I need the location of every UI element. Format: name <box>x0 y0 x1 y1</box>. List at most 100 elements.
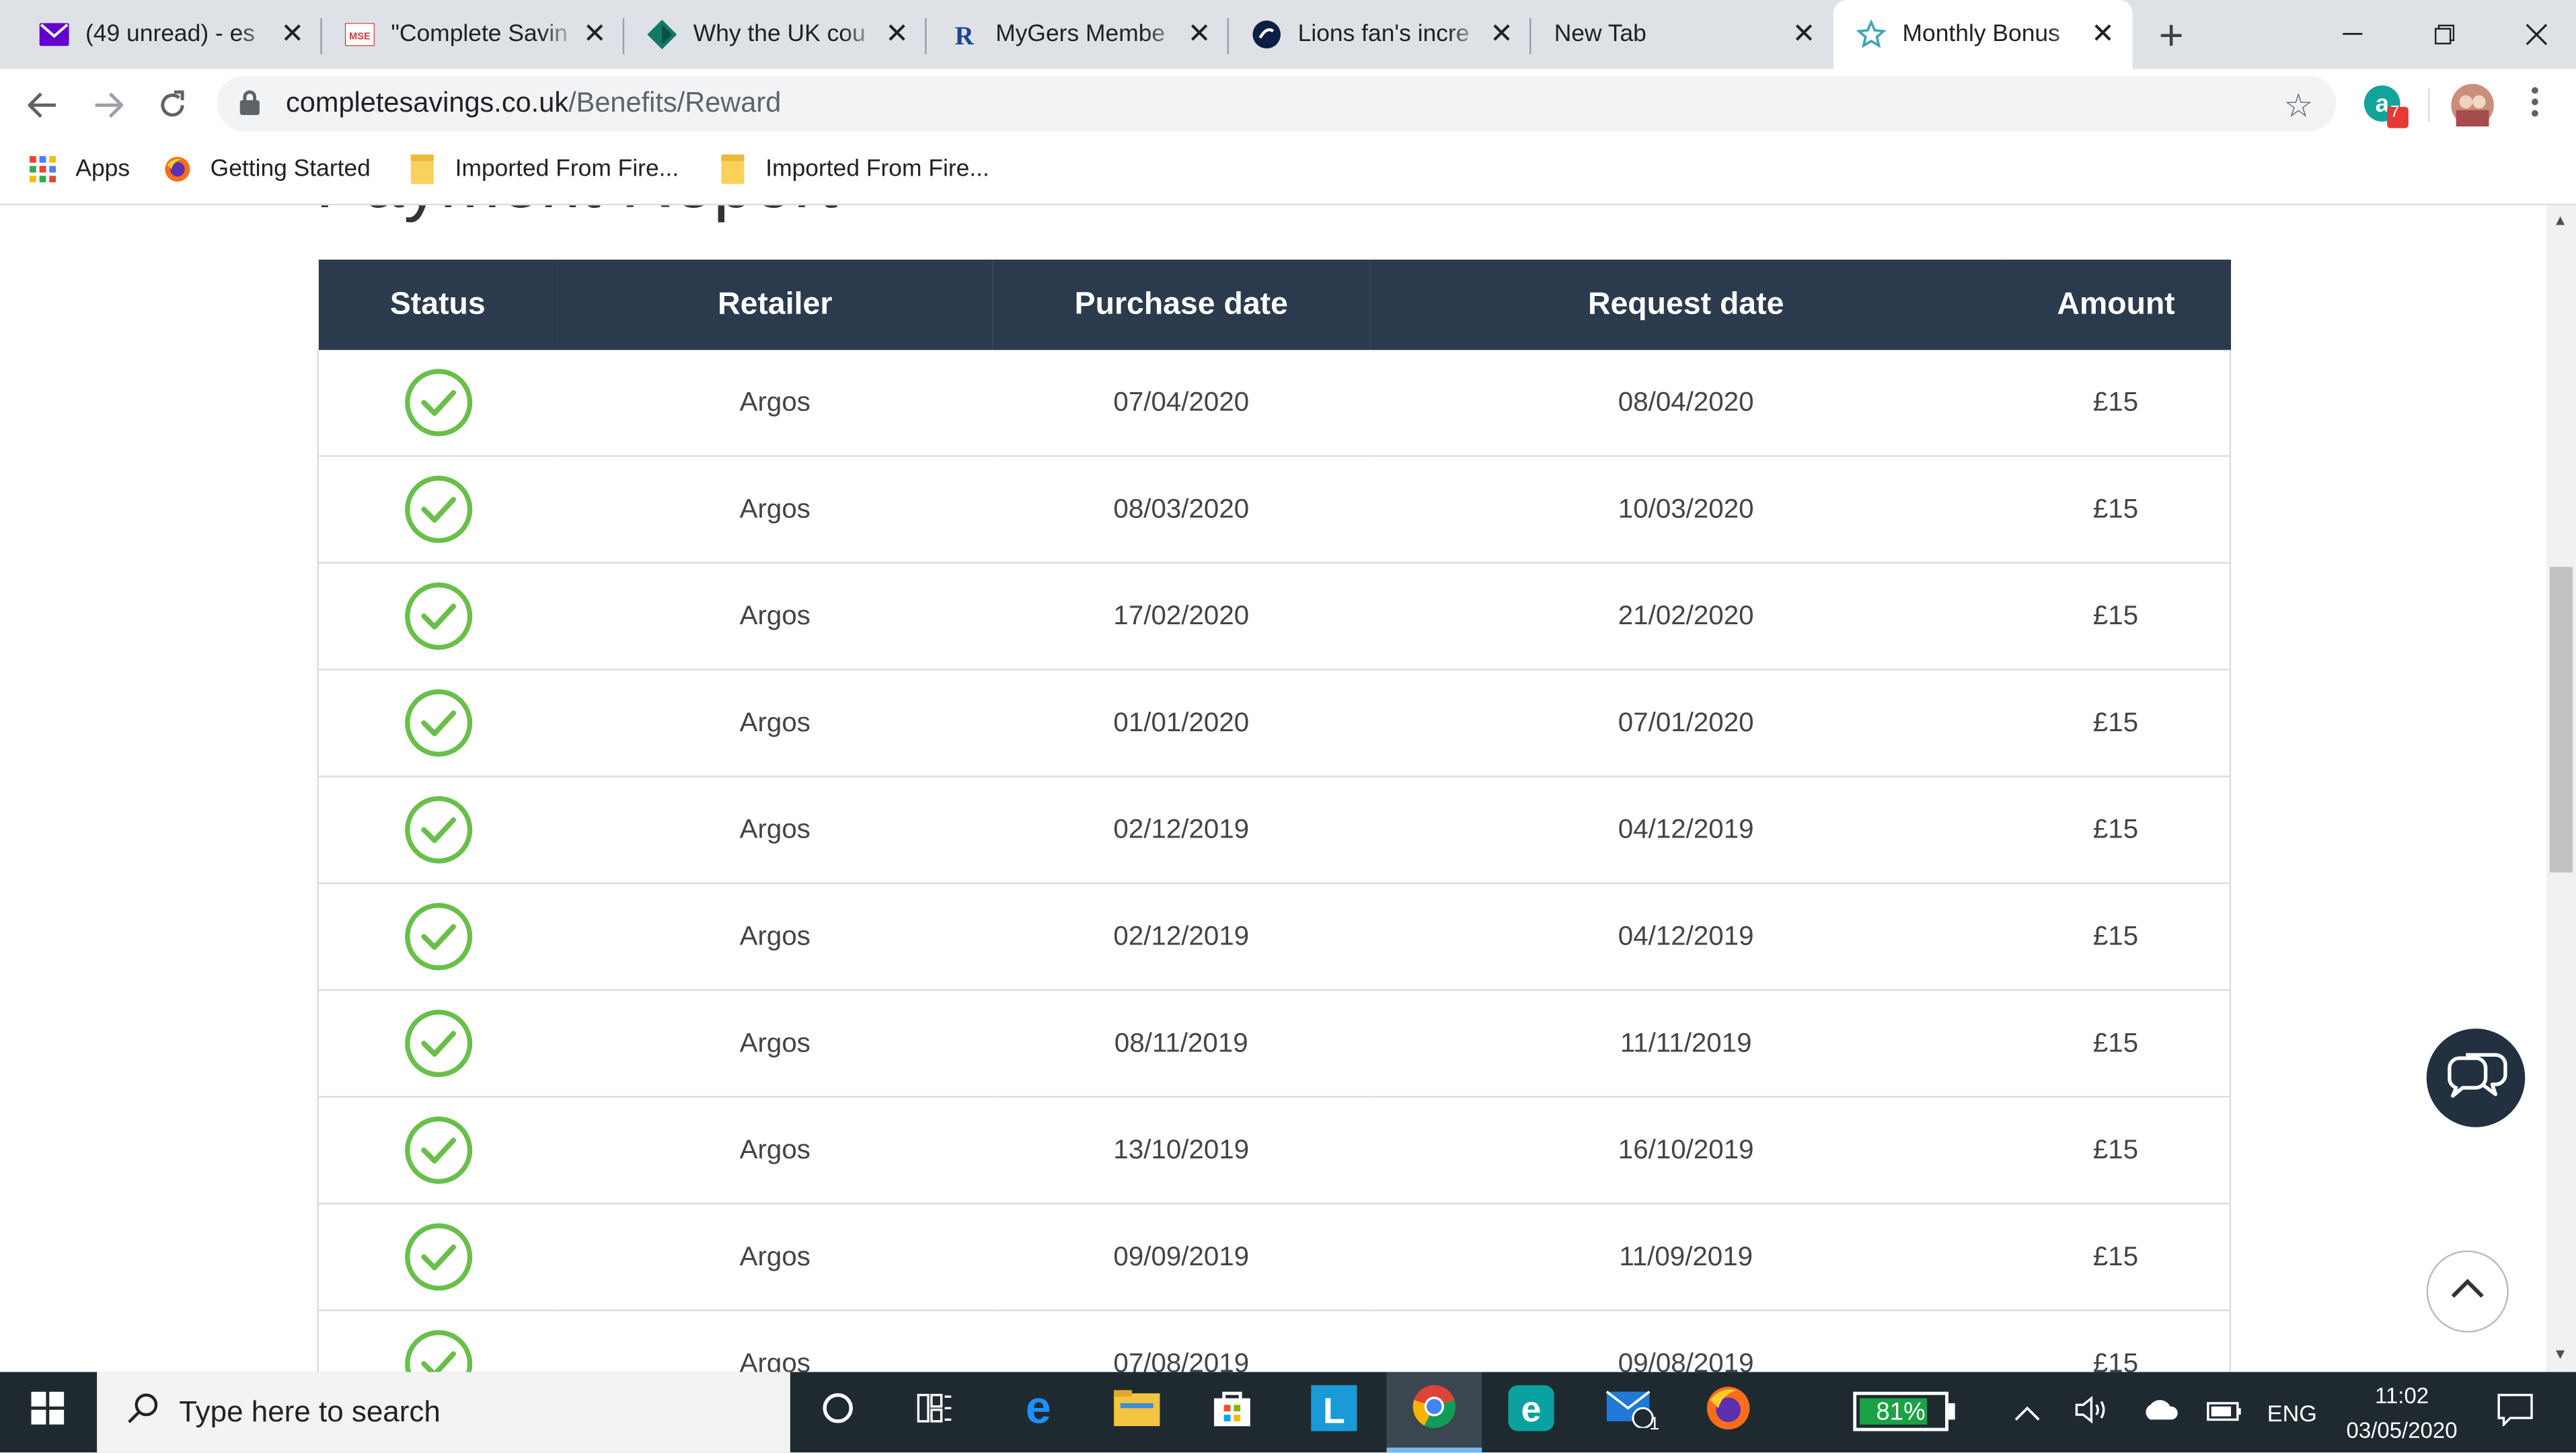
windows-logo-icon <box>31 1391 65 1433</box>
extension-icon[interactable]: a 7 <box>2362 82 2411 137</box>
onedrive-button[interactable] <box>2141 1372 2181 1453</box>
start-button[interactable] <box>0 1372 96 1453</box>
tab-uk-article[interactable]: Why the UK cou ✕ <box>624 0 927 69</box>
close-icon[interactable]: ✕ <box>2086 18 2119 51</box>
back-button[interactable] <box>20 82 65 128</box>
table-row: Argos 09/09/2019 11/09/2019 £15 <box>317 1203 2232 1312</box>
taskbar-search-box[interactable]: Type here to search <box>97 1372 790 1453</box>
bookmark-apps[interactable]: Apps <box>29 156 130 183</box>
purchase-date-cell: 07/04/2020 <box>992 350 1370 457</box>
close-icon[interactable]: ✕ <box>1485 18 1518 51</box>
purchase-date-cell: 09/09/2019 <box>992 1203 1370 1312</box>
battery-nub <box>1948 1403 1955 1420</box>
tab-email[interactable]: (49 unread) - es ✕ <box>16 0 322 69</box>
close-window-button[interactable] <box>2491 0 2576 69</box>
close-icon[interactable]: ✕ <box>578 18 611 51</box>
taskbar-app-l[interactable]: L <box>1288 1372 1380 1453</box>
close-icon[interactable]: ✕ <box>1183 18 1216 51</box>
retailer-cell: Argos <box>557 669 993 778</box>
tab-complete-savings[interactable]: MSE "Complete Savin ✕ <box>322 0 625 69</box>
restore-button[interactable] <box>2398 0 2491 69</box>
firefox-icon <box>1705 1385 1751 1440</box>
scrollbar-thumb[interactable] <box>2549 566 2573 873</box>
menu-kebab-icon[interactable] <box>2530 85 2540 126</box>
tab-monthly-bonus[interactable]: Monthly Bonus ✕ <box>1833 0 2133 69</box>
speaker-icon <box>2075 1395 2111 1429</box>
scroll-up-arrow-icon[interactable]: ▲ <box>2553 212 2568 228</box>
purchase-date-cell: 08/11/2019 <box>992 990 1370 1098</box>
check-circle-icon <box>404 688 473 757</box>
column-header-retailer: Retailer <box>557 259 993 350</box>
status-cell <box>317 562 558 671</box>
bookmark-star-icon[interactable]: ☆ <box>2283 85 2313 126</box>
scroll-down-arrow-icon[interactable]: ▼ <box>2553 1345 2568 1362</box>
volume-button[interactable] <box>2075 1372 2111 1453</box>
taskbar-app-file-explorer[interactable] <box>1091 1372 1183 1453</box>
language-indicator[interactable]: ENG <box>2267 1372 2317 1453</box>
retailer-cell: Argos <box>557 1203 993 1312</box>
taskbar-clock[interactable]: 11:02 03/05/2020 <box>2320 1378 2484 1448</box>
status-cell <box>317 350 558 457</box>
purchase-date-cell: 08/03/2020 <box>992 455 1370 564</box>
edge-icon: e <box>1017 1382 1060 1438</box>
url-text: completesavings.co.uk/Benefits/Reward <box>286 87 781 120</box>
taskbar-app-eset[interactable]: e <box>1485 1372 1577 1453</box>
tab-title: "Complete Savin <box>391 21 568 48</box>
retailer-cell: Argos <box>557 883 993 991</box>
column-header-amount: Amount <box>2002 259 2230 350</box>
check-circle-icon <box>404 582 473 651</box>
svg-text:L: L <box>1323 1390 1345 1431</box>
windows-taskbar: Type here to search e L e 1 81% ENG 11:0… <box>0 1372 2576 1453</box>
taskbar-app-mail[interactable]: 1 <box>1584 1372 1676 1453</box>
bookmark-getting-started[interactable]: Getting Started <box>164 156 371 182</box>
reload-button[interactable] <box>149 82 195 128</box>
amount-cell: £15 <box>2002 562 2232 671</box>
profile-avatar[interactable] <box>2451 83 2494 135</box>
column-header-request-date: Request date <box>1369 259 2002 350</box>
battery-indicator[interactable]: 81% <box>1853 1391 1948 1431</box>
status-cell <box>317 1310 558 1372</box>
tab-mygers[interactable]: R MyGers Membe ✕ <box>927 0 1229 69</box>
eset-icon: e <box>1508 1385 1554 1440</box>
retailer-cell: Argos <box>557 562 993 671</box>
cortana-button[interactable] <box>792 1372 884 1453</box>
request-date-cell: 11/09/2019 <box>1369 1203 2002 1312</box>
cloud-icon <box>2141 1399 2181 1427</box>
action-center-button[interactable] <box>2497 1372 2534 1453</box>
back-to-top-button[interactable] <box>2426 1250 2509 1333</box>
table-row: Argos 08/11/2019 11/11/2019 £15 <box>317 990 2232 1098</box>
page-content: Payment Report Status Retailer Purchase … <box>0 205 2547 1372</box>
close-icon[interactable]: ✕ <box>880 18 913 51</box>
battery-percent: 81% <box>1876 1397 1926 1425</box>
taskbar-app-store[interactable] <box>1186 1372 1279 1453</box>
battery-tray-button[interactable] <box>2206 1372 2242 1453</box>
chevron-up-icon <box>2450 1276 2486 1307</box>
bookmark-folder-imported-1[interactable]: Imported From Fire... <box>409 154 679 184</box>
minimize-button[interactable] <box>2306 0 2398 69</box>
amount-cell: £15 <box>2002 455 2232 564</box>
tab-new-tab[interactable]: New Tab ✕ <box>1531 0 1833 69</box>
amount-cell: £15 <box>2002 350 2232 457</box>
forward-button[interactable] <box>85 82 131 128</box>
retailer-cell: Argos <box>557 455 993 564</box>
tab-lions[interactable]: Lions fan's incre ✕ <box>1229 0 1531 69</box>
new-tab-button[interactable]: + <box>2159 10 2184 61</box>
taskbar-app-firefox[interactable] <box>1682 1372 1774 1453</box>
close-icon[interactable]: ✕ <box>276 18 309 51</box>
show-hidden-icons-button[interactable] <box>2014 1372 2041 1453</box>
live-chat-button[interactable] <box>2426 1029 2526 1127</box>
status-cell <box>317 1203 558 1312</box>
tab-title: (49 unread) - es <box>85 21 256 48</box>
bookmark-folder-imported-2[interactable]: Imported From Fire... <box>720 154 989 184</box>
clock-date: 03/05/2020 <box>2346 1417 2458 1443</box>
task-view-button[interactable] <box>888 1372 981 1453</box>
taskbar-app-chrome[interactable] <box>1386 1372 1482 1453</box>
address-bar[interactable]: completesavings.co.uk/Benefits/Reward ☆ <box>217 75 2337 132</box>
status-cell <box>317 990 558 1098</box>
close-icon[interactable]: ✕ <box>1788 18 1821 51</box>
lock-icon[interactable] <box>239 90 263 116</box>
request-date-cell: 09/08/2019 <box>1369 1310 2002 1372</box>
taskbar-app-edge[interactable]: e <box>992 1372 1084 1453</box>
table-body: Argos 07/04/2020 08/04/2020 £15 Argos 08… <box>317 350 2232 1372</box>
page-scrollbar[interactable]: ▲ ▼ <box>2546 205 2576 1372</box>
